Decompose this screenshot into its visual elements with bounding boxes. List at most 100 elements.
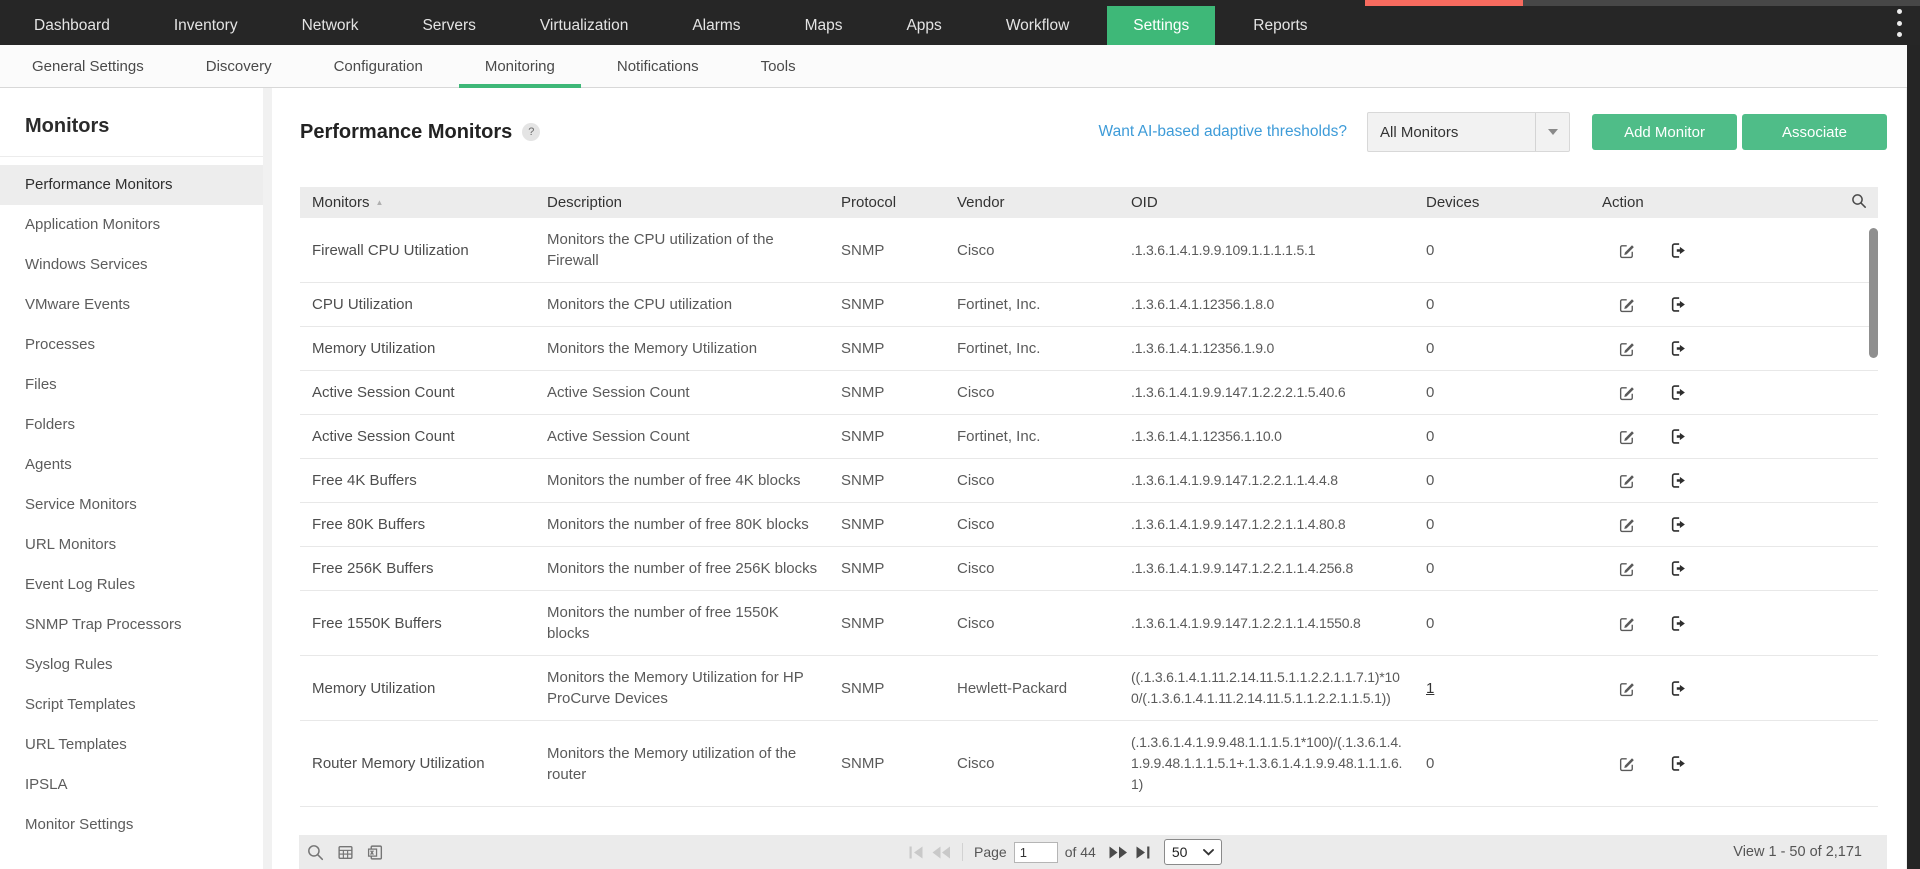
associate-export-icon[interactable]	[1670, 296, 1688, 314]
sidebar-item[interactable]: URL Monitors	[0, 525, 263, 565]
devices-count[interactable]: 0	[1426, 755, 1434, 772]
edit-icon[interactable]	[1618, 384, 1636, 402]
top-nav-item[interactable]: Virtualization	[514, 6, 654, 45]
oid-cell: .1.3.6.1.4.1.12356.1.10.0	[1121, 415, 1416, 459]
edit-icon[interactable]	[1618, 428, 1636, 446]
sidebar-item[interactable]: VMware Events	[0, 285, 263, 325]
table-header-row: Monitors▲ Description Protocol Vendor OI…	[300, 187, 1878, 218]
previous-page-button[interactable]	[931, 846, 951, 859]
description-cell: Active Session Count	[537, 415, 831, 459]
top-nav-item[interactable]: Network	[276, 6, 385, 45]
table-scrollbar-thumb[interactable]	[1869, 228, 1878, 358]
associate-export-icon[interactable]	[1670, 340, 1688, 358]
sidebar-item[interactable]: Processes	[0, 325, 263, 365]
action-cell	[1592, 591, 1840, 656]
associate-export-icon[interactable]	[1670, 428, 1688, 446]
add-monitor-button[interactable]: Add Monitor	[1592, 114, 1737, 150]
help-icon[interactable]: ?	[522, 123, 540, 141]
column-header-oid: OID	[1121, 187, 1416, 218]
next-page-button[interactable]	[1109, 846, 1129, 859]
sidebar-item[interactable]: Syslog Rules	[0, 645, 263, 685]
sidebar-item[interactable]: Performance Monitors	[0, 165, 263, 205]
sub-nav-tab[interactable]: Monitoring	[459, 45, 581, 87]
devices-cell: 0	[1416, 547, 1592, 591]
edit-icon[interactable]	[1618, 472, 1636, 490]
edit-icon[interactable]	[1618, 242, 1636, 260]
associate-export-icon[interactable]	[1670, 242, 1688, 260]
devices-count[interactable]: 0	[1426, 340, 1434, 357]
grid-search-icon[interactable]	[307, 844, 324, 861]
sidebar-item[interactable]: Script Templates	[0, 685, 263, 725]
oid-cell: .1.3.6.1.4.1.9.9.147.1.2.2.1.1.4.256.8	[1121, 547, 1416, 591]
associate-export-icon[interactable]	[1670, 560, 1688, 578]
top-nav-item[interactable]: Inventory	[148, 6, 264, 45]
associate-export-icon[interactable]	[1670, 615, 1688, 633]
devices-count[interactable]: 0	[1426, 384, 1434, 401]
sub-nav-tab[interactable]: General Settings	[6, 45, 170, 87]
excel-export-icon[interactable]	[367, 844, 384, 861]
devices-count[interactable]: 0	[1426, 615, 1434, 632]
monitors-table: Monitors▲ Description Protocol Vendor OI…	[300, 187, 1878, 869]
associate-export-icon[interactable]	[1670, 755, 1688, 773]
oid-cell: .1.3.6.1.4.1.12356.1.9.0	[1121, 327, 1416, 371]
sub-nav-tab[interactable]: Discovery	[180, 45, 298, 87]
sidebar-item[interactable]: Event Log Rules	[0, 565, 263, 605]
last-page-button[interactable]	[1136, 846, 1151, 859]
edit-icon[interactable]	[1618, 340, 1636, 358]
table-export-icon[interactable]	[337, 844, 354, 861]
first-page-button[interactable]	[909, 846, 924, 859]
sidebar-item[interactable]: Service Monitors	[0, 485, 263, 525]
devices-count[interactable]: 1	[1426, 680, 1434, 697]
associate-export-icon[interactable]	[1670, 680, 1688, 698]
edit-icon[interactable]	[1618, 680, 1636, 698]
sub-nav-tab[interactable]: Notifications	[591, 45, 725, 87]
table-row: Firewall CPU Utilization Monitors the CP…	[300, 218, 1878, 283]
top-nav-item[interactable]: Reports	[1227, 6, 1333, 45]
vendor-cell: Cisco	[947, 503, 1121, 547]
edit-icon[interactable]	[1618, 615, 1636, 633]
top-nav-item[interactable]: Apps	[880, 6, 967, 45]
top-nav-item[interactable]: Maps	[779, 6, 869, 45]
sub-nav-tab[interactable]: Tools	[735, 45, 822, 87]
monitor-filter-dropdown[interactable]: All Monitors	[1367, 112, 1570, 152]
devices-count[interactable]: 0	[1426, 472, 1434, 489]
sidebar-item[interactable]: Application Monitors	[0, 205, 263, 245]
devices-cell: 1	[1416, 656, 1592, 721]
column-header-monitors[interactable]: Monitors▲	[300, 187, 537, 218]
view-range-label: View 1 - 50 of 2,171	[1733, 844, 1887, 860]
sidebar-item[interactable]: URL Templates	[0, 725, 263, 765]
devices-count[interactable]: 0	[1426, 296, 1434, 313]
associate-export-icon[interactable]	[1670, 384, 1688, 402]
edit-icon[interactable]	[1618, 516, 1636, 534]
monitor-name-cell: Firewall CPU Utilization	[300, 218, 537, 283]
sidebar-item[interactable]: SNMP Trap Processors	[0, 605, 263, 645]
edit-icon[interactable]	[1618, 755, 1636, 773]
associate-export-icon[interactable]	[1670, 516, 1688, 534]
top-nav-item[interactable]: Settings	[1107, 6, 1215, 45]
devices-count[interactable]: 0	[1426, 428, 1434, 445]
sidebar-item[interactable]: Agents	[0, 445, 263, 485]
edit-icon[interactable]	[1618, 560, 1636, 578]
devices-count[interactable]: 0	[1426, 516, 1434, 533]
top-nav-item[interactable]: Servers	[396, 6, 501, 45]
edit-icon[interactable]	[1618, 296, 1636, 314]
page-size-select[interactable]: 50	[1164, 839, 1222, 865]
sidebar-item[interactable]: Windows Services	[0, 245, 263, 285]
more-options-kebab-icon[interactable]	[1890, 9, 1908, 37]
sidebar-item[interactable]: Folders	[0, 405, 263, 445]
devices-count[interactable]: 0	[1426, 242, 1434, 259]
sub-nav-tab[interactable]: Configuration	[308, 45, 449, 87]
devices-count[interactable]: 0	[1426, 560, 1434, 577]
associate-button[interactable]: Associate	[1742, 114, 1887, 150]
sidebar-item[interactable]: Monitor Settings	[0, 805, 263, 845]
top-nav-item[interactable]: Workflow	[980, 6, 1095, 45]
associate-export-icon[interactable]	[1670, 472, 1688, 490]
top-nav-item[interactable]: Dashboard	[8, 6, 136, 45]
sidebar-item[interactable]: IPSLA	[0, 765, 263, 805]
top-nav-item[interactable]: Alarms	[666, 6, 766, 45]
page-number-input[interactable]	[1014, 842, 1058, 863]
sidebar-item[interactable]: Files	[0, 365, 263, 405]
adaptive-thresholds-link[interactable]: Want AI-based adaptive thresholds?	[1099, 123, 1347, 141]
devices-cell: 0	[1416, 591, 1592, 656]
table-search-icon[interactable]	[1840, 187, 1878, 218]
